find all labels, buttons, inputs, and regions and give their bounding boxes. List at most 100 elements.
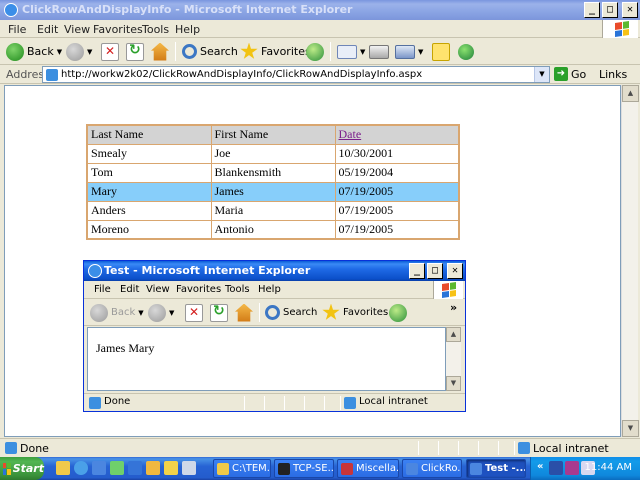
menu-edit[interactable]: Edit: [37, 23, 58, 36]
popup-forward-button[interactable]: ▼: [148, 302, 174, 323]
media-icon: [389, 303, 407, 322]
table-row[interactable]: Smealy Joe 10/30/2001: [86, 143, 460, 164]
task-item[interactable]: ClickRo...: [402, 459, 462, 478]
star-icon: [240, 42, 258, 59]
scroll-up-icon[interactable]: ▲: [446, 327, 461, 342]
forward-button[interactable]: ▼: [66, 41, 92, 62]
discuss-button[interactable]: [432, 41, 450, 62]
popup-content: James Mary: [87, 327, 446, 391]
folder-icon: [217, 462, 229, 475]
menu-tools[interactable]: Tools: [142, 23, 169, 36]
quicklaunch-desktop-icon[interactable]: [128, 461, 142, 475]
popup-vertical-scrollbar[interactable]: ▲ ▼: [446, 327, 461, 391]
task-item[interactable]: C:\TEM...: [213, 459, 271, 478]
back-dropdown-icon[interactable]: ▼: [138, 309, 143, 317]
refresh-icon: [126, 42, 144, 61]
popup-toolbar-more[interactable]: »: [450, 301, 457, 314]
edit-button[interactable]: ▼: [395, 41, 423, 62]
refresh-button[interactable]: [126, 41, 144, 62]
messenger-button[interactable]: [458, 41, 474, 62]
back-button[interactable]: Back ▼: [6, 41, 62, 62]
go-button[interactable]: ➜ Go: [554, 67, 586, 81]
table-row[interactable]: Tom Blankensmith 05/19/2004: [86, 162, 460, 183]
visual-studio-icon: [341, 462, 353, 475]
menu-view[interactable]: View: [64, 23, 90, 36]
popup-maximize-button[interactable]: □: [427, 263, 443, 279]
popup-menu-view[interactable]: View: [146, 284, 170, 295]
menu-favorites[interactable]: Favorites: [93, 23, 143, 36]
address-input[interactable]: http://workw2k02/ClickRowAndDisplayInfo/…: [42, 66, 550, 83]
forward-dropdown-icon[interactable]: ▼: [87, 48, 92, 56]
favorites-button[interactable]: Favorites: [240, 41, 311, 62]
print-icon: [369, 44, 389, 59]
print-button[interactable]: [369, 41, 389, 62]
quicklaunch-app-icon[interactable]: [110, 461, 124, 475]
popup-home-button[interactable]: [235, 302, 253, 323]
mail-button[interactable]: ▼: [337, 41, 365, 62]
search-button[interactable]: Search: [182, 41, 238, 62]
note-icon: [432, 42, 450, 61]
tray-app-icon[interactable]: [549, 461, 563, 475]
popup-menu-tools[interactable]: Tools: [225, 284, 250, 295]
main-vertical-scrollbar[interactable]: ▲ ▼: [621, 85, 639, 437]
forward-dropdown-icon[interactable]: ▼: [169, 309, 174, 317]
start-button[interactable]: Start: [0, 457, 44, 480]
task-item[interactable]: Miscella...: [337, 459, 399, 478]
task-item-active[interactable]: Test -...: [466, 459, 526, 478]
links-button[interactable]: Links: [599, 68, 627, 81]
popup-menu-file[interactable]: File: [94, 284, 111, 295]
quicklaunch-ie-icon[interactable]: [92, 461, 106, 475]
stop-button[interactable]: [101, 41, 119, 62]
table-row[interactable]: Anders Maria 07/19/2005: [86, 200, 460, 221]
mail-dropdown-icon[interactable]: ▼: [360, 48, 365, 56]
popup-window-controls: _ □ ✕: [409, 263, 463, 279]
quicklaunch-folder-icon[interactable]: [56, 461, 70, 475]
popup-stop-button[interactable]: [185, 302, 203, 323]
cell-first-name: Blankensmith: [210, 162, 336, 183]
table-row-selected[interactable]: Mary James 07/19/2005: [86, 181, 460, 202]
scroll-up-icon[interactable]: ▲: [622, 85, 639, 102]
popup-media-button[interactable]: [389, 302, 407, 323]
minimize-button[interactable]: _: [584, 2, 600, 18]
cell-last-name: Anders: [86, 200, 212, 221]
address-dropdown-icon[interactable]: ▼: [534, 67, 549, 82]
media-button[interactable]: [306, 41, 324, 62]
popup-menu-edit[interactable]: Edit: [120, 284, 139, 295]
popup-back-button[interactable]: Back ▼: [90, 302, 144, 323]
popup-favorites-button[interactable]: Favorites: [322, 302, 388, 323]
menu-help[interactable]: Help: [175, 23, 200, 36]
edit-icon: [395, 44, 415, 59]
maximize-button[interactable]: □: [602, 2, 618, 18]
header-first-name: First Name: [210, 124, 336, 145]
quicklaunch-msn-icon[interactable]: [74, 461, 88, 475]
favorites-label: Favorites: [261, 45, 311, 58]
task-item[interactable]: TCP-SE...: [274, 459, 334, 478]
table-row[interactable]: Moreno Antonio 07/19/2005: [86, 219, 460, 240]
cell-date: 10/30/2001: [334, 143, 460, 164]
quicklaunch-explorer-icon[interactable]: [146, 461, 160, 475]
quicklaunch-tool-icon[interactable]: [164, 461, 178, 475]
sort-date-link[interactable]: Date: [339, 127, 362, 141]
scroll-down-icon[interactable]: ▼: [446, 376, 461, 391]
back-dropdown-icon[interactable]: ▼: [57, 48, 62, 56]
home-icon: [235, 303, 253, 322]
stop-icon: [185, 303, 203, 322]
popup-search-button[interactable]: Search: [265, 302, 317, 323]
scroll-down-icon[interactable]: ▼: [622, 420, 639, 437]
menu-file[interactable]: File: [8, 23, 26, 36]
edit-dropdown-icon[interactable]: ▼: [418, 48, 423, 56]
popup-titlebar[interactable]: Test - Microsoft Internet Explorer _ □ ✕: [84, 261, 465, 281]
popup-minimize-button[interactable]: _: [409, 263, 425, 279]
quicklaunch-notepad-icon[interactable]: [182, 461, 196, 475]
popup-menu-help[interactable]: Help: [258, 284, 281, 295]
popup-refresh-button[interactable]: [210, 302, 228, 323]
main-titlebar[interactable]: ClickRowAndDisplayInfo - Microsoft Inter…: [0, 0, 640, 20]
address-bar: Address http://workw2k02/ClickRowAndDisp…: [0, 65, 640, 84]
cell-date: 07/19/2005: [334, 200, 460, 221]
tray-media-icon[interactable]: [565, 461, 579, 475]
close-button[interactable]: ✕: [622, 2, 638, 18]
popup-close-button[interactable]: ✕: [447, 263, 463, 279]
popup-menu-favorites[interactable]: Favorites: [176, 284, 221, 295]
tray-expand-button[interactable]: «: [537, 461, 543, 472]
home-button[interactable]: [151, 41, 169, 62]
